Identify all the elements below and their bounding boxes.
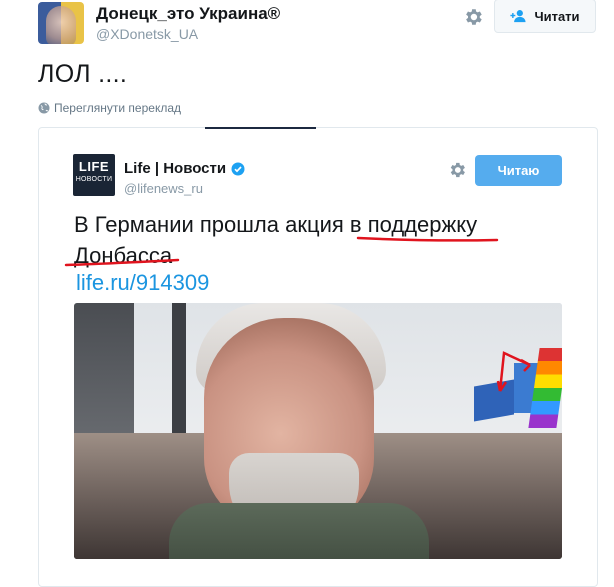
card-accent-bar (205, 127, 316, 129)
verified-icon (231, 162, 245, 175)
tweet-photo[interactable] (74, 303, 562, 559)
logo-line2: НОВОСТИ (75, 176, 113, 183)
quoted-author-name-text: Life | Новости (124, 160, 227, 177)
red-arrows-annotation (496, 351, 531, 392)
quoted-author-name[interactable]: Life | Новости (124, 160, 245, 177)
life-logo[interactable]: LIFE НОВОСТИ (73, 154, 115, 196)
translate-label: Переглянути переклад (54, 101, 182, 115)
add-user-icon (510, 10, 526, 23)
follow-button-label: Читати (534, 8, 580, 24)
avatar[interactable] (38, 2, 84, 44)
quoted-tweet-link[interactable]: life.ru/914309 (76, 270, 209, 296)
gear-icon[interactable] (462, 6, 484, 28)
translate-link[interactable]: Переглянути переклад (38, 101, 181, 115)
logo-line1: LIFE (78, 159, 110, 174)
following-button[interactable]: Читаю (475, 155, 562, 186)
follow-button[interactable]: Читати (494, 0, 596, 33)
tweet-text: ЛОЛ .... (38, 60, 128, 88)
quoted-tweet-text: В Германии прошла акция в поддержку Донб… (74, 212, 478, 268)
globe-icon (38, 102, 50, 114)
quoted-author-handle[interactable]: @lifenews_ru (124, 181, 203, 196)
gear-icon[interactable] (447, 160, 467, 180)
author-handle[interactable]: @XDonetsk_UA (96, 26, 198, 42)
author-name[interactable]: Донецк_это Украина® (96, 4, 280, 24)
